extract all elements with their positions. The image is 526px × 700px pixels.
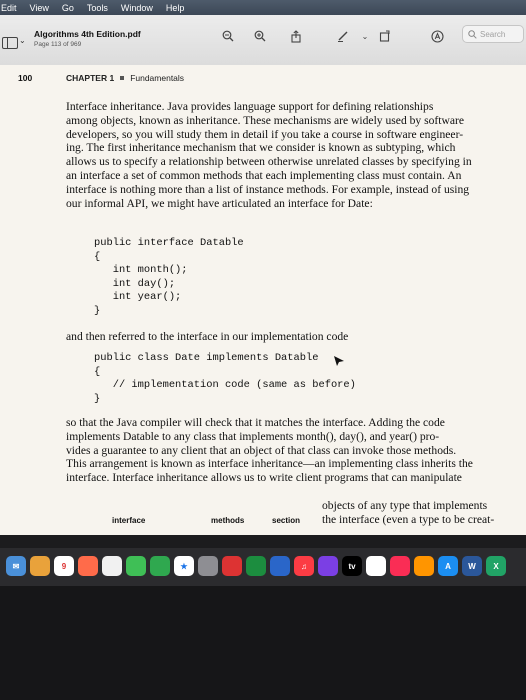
chapter-label: CHAPTER 1 [66, 73, 115, 83]
mail-icon[interactable]: ✉ [6, 556, 26, 576]
pages-icon[interactable] [270, 556, 290, 576]
word-icon[interactable]: W [462, 556, 482, 576]
app-store-icon[interactable]: A [438, 556, 458, 576]
text-line: an interface a set of common methods tha… [66, 168, 462, 182]
dock: ✉ 9 ★ ♫ tv A W X [0, 548, 526, 586]
photos-icon[interactable] [222, 556, 242, 576]
paragraph-continued: objects of any type that implements the … [322, 499, 516, 527]
rotate-page-icon[interactable] [375, 26, 395, 46]
calendar-icon[interactable]: 9 [54, 556, 74, 576]
search-icon [468, 29, 477, 39]
numbers-icon[interactable] [246, 556, 266, 576]
text-line: so that the Java compiler will check tha… [66, 416, 445, 429]
text-line: among objects, known as inheritance. The… [66, 113, 465, 127]
document-title: Algorithms 4th Edition.pdf [34, 29, 141, 39]
menu-window[interactable]: Window [118, 3, 163, 13]
zoom-out-icon[interactable] [218, 26, 238, 46]
paragraph-implementation: and then referred to the interface in ou… [66, 330, 349, 343]
menu-tools[interactable]: Tools [84, 3, 118, 13]
text-line: our informal API, we might have articula… [66, 196, 373, 210]
share-icon[interactable] [286, 26, 306, 46]
code-datable-interface: public interface Datable { int month(); … [94, 237, 244, 317]
menu-bar: Edit View Go Tools Window Help [0, 0, 526, 15]
notes-icon[interactable] [78, 556, 98, 576]
music-icon[interactable]: ♫ [294, 556, 314, 576]
markup-pen-icon[interactable] [333, 26, 353, 46]
zoom-in-icon[interactable] [250, 26, 270, 46]
chapter-header: CHAPTER 1 Fundamentals [66, 73, 184, 83]
keynote-icon[interactable] [198, 556, 218, 576]
page-indicator: Page 113 of 969 [34, 41, 82, 48]
pdf-page[interactable]: 100 CHAPTER 1 Fundamentals Interface inhe… [0, 65, 526, 535]
chevron-down-icon[interactable]: ⌄ [19, 36, 26, 45]
screen-bezel [0, 586, 526, 700]
excel-icon[interactable]: X [486, 556, 506, 576]
text-line: interface. Interface inheritance allows … [66, 471, 462, 485]
chapter-name: Fundamentals [130, 73, 185, 83]
text-line: interface is nothing more than a list of… [66, 182, 470, 196]
news-red-icon[interactable] [390, 556, 410, 576]
search-field[interactable]: Search [462, 25, 524, 43]
page-number: 100 [18, 73, 33, 83]
margin-term-section: section [272, 516, 301, 525]
reminders-icon[interactable] [102, 556, 122, 576]
calendar-day: 9 [61, 561, 67, 571]
menu-view[interactable]: View [27, 3, 59, 13]
paragraph-compiler-check: so that the Java compiler will check tha… [66, 416, 516, 485]
text-line: the interface (even a type to be creat- [322, 512, 495, 526]
text-line: allows us to specify a relationship betw… [66, 155, 472, 169]
text-line: This arrangement is known as interface i… [66, 457, 473, 471]
window-toolbar: ⌄ Algorithms 4th Edition.pdf Page 113 of… [0, 15, 526, 66]
text-line: vides a guarantee to any client that an … [66, 443, 457, 457]
code-date-class: public class Date implements Datable { /… [94, 352, 356, 405]
text-line: ing. The first inheritance mechanism tha… [66, 141, 456, 155]
messages-icon[interactable] [126, 556, 146, 576]
margin-term-interface: interface [112, 516, 146, 525]
separator-square [120, 76, 125, 81]
tv-label: tv [348, 561, 356, 571]
news-icon[interactable] [366, 556, 386, 576]
books-icon[interactable] [414, 556, 434, 576]
mouse-cursor-icon [334, 356, 344, 366]
annotate-circle-icon[interactable] [427, 26, 447, 46]
sidebar-toggle-icon[interactable] [2, 37, 18, 49]
text-line: Interface inheritance. Java provides lan… [66, 100, 434, 113]
text-line: developers, so you will study them in de… [66, 127, 464, 141]
search-placeholder: Search [480, 29, 506, 39]
menu-edit[interactable]: Edit [0, 3, 27, 13]
markup-chevron-down-icon[interactable]: ⌄ [355, 26, 375, 46]
text-line: implements Datable to any class that imp… [66, 429, 440, 443]
text-line: objects of any type that implements [322, 499, 488, 512]
freeform-icon[interactable]: ★ [174, 556, 194, 576]
contacts-icon[interactable] [30, 556, 50, 576]
tv-icon[interactable]: tv [342, 556, 362, 576]
margin-term-methods: methods [211, 516, 245, 525]
menu-go[interactable]: Go [59, 3, 84, 13]
podcasts-icon[interactable] [318, 556, 338, 576]
menu-help[interactable]: Help [163, 3, 195, 13]
paragraph-interface-inheritance: Interface inheritance. Java provides lan… [66, 100, 516, 210]
facetime-icon[interactable] [150, 556, 170, 576]
